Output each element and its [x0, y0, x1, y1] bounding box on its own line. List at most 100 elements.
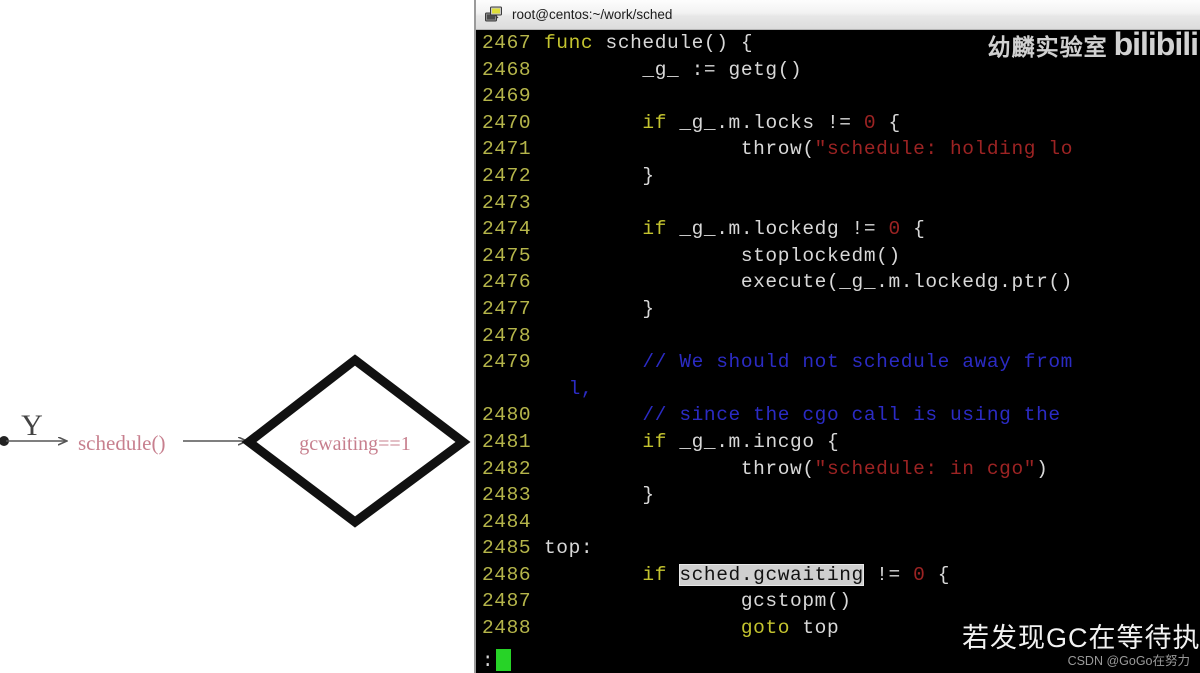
code-token: // We should not schedule away from [642, 351, 1073, 374]
code-token: top [802, 617, 840, 640]
code-token: "schedule: holding lo [814, 138, 1073, 161]
code-token: _g_.m.locks != [679, 111, 864, 134]
code-line: 2470 if _g_.m.locks != 0 { [476, 110, 1200, 137]
flow-branch-label-y: Y [21, 409, 43, 442]
code-line: 2476 execute(_g_.m.lockedg.ptr() [476, 269, 1200, 296]
code-token: if [642, 218, 680, 241]
code-line: 2483 } [476, 482, 1200, 509]
code-listing: 2467 func schedule() {2468 _g_ := getg() 2… [476, 30, 1200, 642]
line-number: 2477 [482, 297, 532, 320]
line-number: 2482 [482, 457, 532, 480]
code-token: if [642, 563, 680, 586]
line-number: 2486 [482, 563, 532, 586]
code-token: != [863, 563, 914, 586]
flowchart-panel: Y schedule() gcwaiting==1 [0, 0, 474, 673]
line-number: 2484 [482, 510, 532, 533]
code-line: 2468 _g_ := getg() [476, 57, 1200, 84]
code-line: 2474 if _g_.m.lockedg != 0 { [476, 216, 1200, 243]
line-number: 2474 [482, 218, 532, 241]
code-line: 2480 // since the cgo call is using the [476, 402, 1200, 429]
code-token: if [642, 111, 680, 134]
selected-token[interactable]: sched.gcwaiting [679, 563, 864, 586]
terminal-window: root@centos:~/work/sched 2467 func schedu… [474, 0, 1200, 673]
code-token: { [900, 218, 926, 241]
line-number: 2472 [482, 164, 532, 187]
code-token: 0 [863, 111, 877, 134]
code-token: // since the cgo call is using the [642, 404, 1061, 427]
line-number: 2470 [482, 111, 532, 134]
code-token: execute(_g_.m.lockedg.ptr() [544, 271, 1073, 294]
line-number: 2476 [482, 271, 532, 294]
line-number: 2479 [482, 351, 532, 374]
code-line: 2485 top: [476, 535, 1200, 562]
code-line: 2481 if _g_.m.incgo { [476, 429, 1200, 456]
code-token: "schedule: in cgo" [814, 457, 1037, 480]
screenshot-root: Y schedule() gcwaiting==1 root@centos:~/… [0, 0, 1200, 673]
code-token: } [544, 164, 655, 187]
code-token: _g_.m.lockedg != [679, 218, 889, 241]
code-token: 0 [913, 563, 926, 586]
code-line: 2486 if sched.gcwaiting != 0 { [476, 562, 1200, 589]
block-cursor [496, 649, 512, 671]
line-number: 2469 [482, 85, 532, 108]
code-token: stoplockedm() [544, 244, 901, 267]
code-token: { [925, 563, 950, 586]
terminal-title-text: root@centos:~/work/sched [512, 7, 673, 22]
line-number: 2481 [482, 430, 532, 453]
line-number: 2483 [482, 484, 532, 507]
code-line: 2488 goto top [476, 615, 1200, 642]
code-line: 2482 throw("schedule: in cgo") [476, 456, 1200, 483]
code-line: 2487 gcstopm() [476, 588, 1200, 615]
code-token: func [544, 32, 606, 54]
code-token: } [544, 484, 655, 507]
code-token: l, [544, 377, 594, 400]
line-number: 2480 [482, 404, 532, 427]
code-token: _g_ := getg() [544, 58, 803, 81]
flow-node-schedule[interactable]: schedule() [78, 431, 165, 455]
line-number: 2468 [482, 58, 532, 81]
flowchart-svg: Y schedule() gcwaiting==1 [0, 354, 471, 528]
code-token: schedule() { [605, 32, 754, 54]
code-token: } [544, 297, 655, 320]
terminal-titlebar[interactable]: root@centos:~/work/sched [476, 0, 1200, 30]
code-line: 2484 [476, 509, 1200, 536]
code-token: if [642, 430, 680, 453]
code-token: throw( [544, 138, 815, 161]
line-number: 2488 [482, 617, 532, 640]
code-line-wrap: l, [476, 376, 1200, 403]
code-token: _g_.m.incgo { [679, 430, 840, 453]
code-line: 2469 [476, 83, 1200, 110]
flow-decision-label: gcwaiting==1 [299, 433, 410, 455]
line-number: 2485 [482, 537, 532, 560]
line-number: 2471 [482, 138, 532, 161]
code-token: goto [740, 617, 803, 640]
code-token: throw( [544, 457, 815, 480]
code-line: 2467 func schedule() { [476, 30, 1200, 57]
code-token: 0 [888, 218, 901, 241]
line-number: 2478 [482, 324, 532, 347]
code-line: 2479 // We should not schedule away from [476, 349, 1200, 376]
terminal-body[interactable]: 2467 func schedule() {2468 _g_ := getg() 2… [476, 30, 1200, 673]
code-line: 2478 [476, 323, 1200, 350]
code-line: 2472 } [476, 163, 1200, 190]
line-number: 2475 [482, 244, 532, 267]
code-line: 2475 stoplockedm() [476, 243, 1200, 270]
code-line: 2471 throw("schedule: holding lo [476, 136, 1200, 163]
shell-prompt-row[interactable]: : [482, 649, 512, 672]
line-number: 2487 [482, 590, 532, 613]
code-token: top: [544, 537, 594, 560]
code-token: gcstopm() [544, 590, 852, 613]
code-line: 2477 } [476, 296, 1200, 323]
putty-computer-icon [484, 5, 504, 25]
prompt-colon: : [482, 650, 495, 672]
code-token: ) [1036, 457, 1049, 480]
code-token: { [876, 111, 901, 134]
code-line: 2473 [476, 190, 1200, 217]
